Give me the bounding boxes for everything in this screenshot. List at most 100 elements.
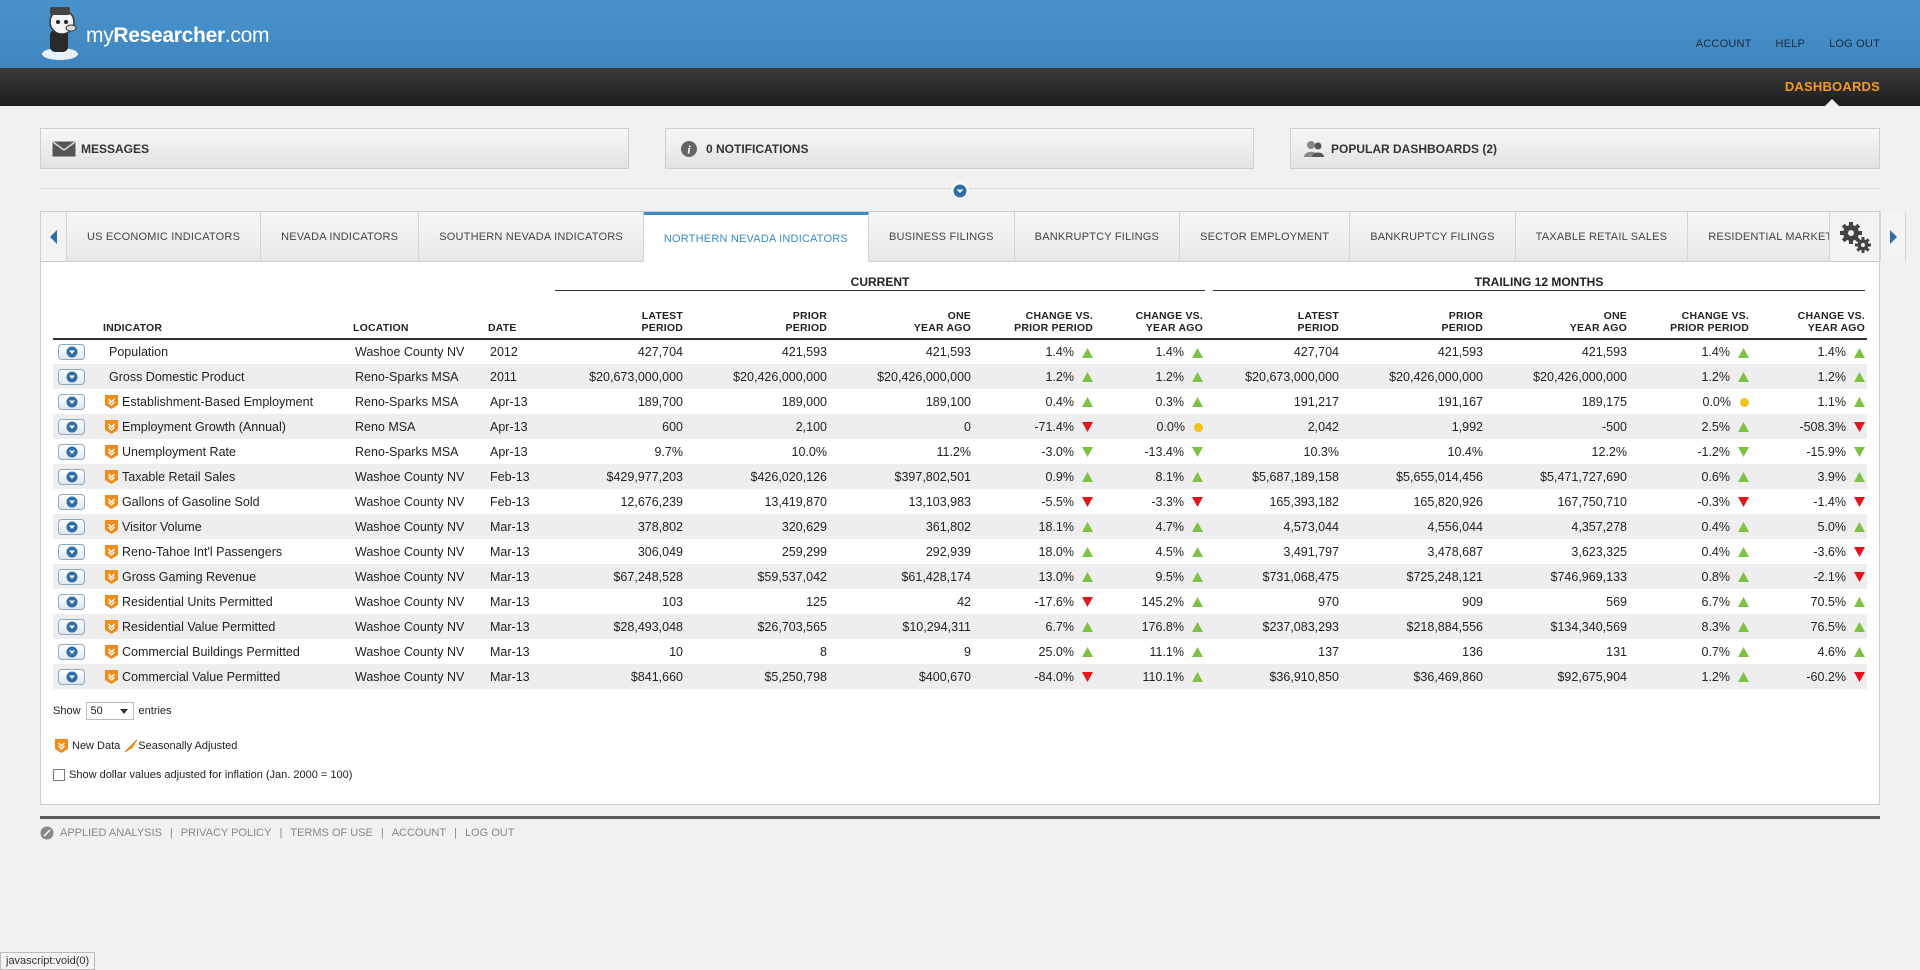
trailing-change-prior-cell: 0.4% [1629,539,1751,564]
current-year-ago-cell: $20,426,000,000 [829,364,973,389]
col-date[interactable]: DATE [488,304,553,340]
indicator-cell[interactable]: Gallons of Gasoline Sold [103,489,353,514]
tabs-scroll-left-button[interactable] [41,212,67,261]
trailing-change-prior-cell: 1.2% [1629,364,1751,389]
indicator-cell[interactable]: Commercial Value Permitted [103,664,353,689]
indicator-cell[interactable]: Establishment-Based Employment [103,389,353,414]
indicator-cell[interactable]: Gross Gaming Revenue [103,564,353,589]
col-trailing-year-ago[interactable]: ONE YEAR AGO [1485,304,1629,340]
trailing-year-ago-cell: $20,426,000,000 [1485,364,1629,389]
footer-link-terms-of-use[interactable]: TERMS OF USE [290,827,373,839]
footer-link-applied-analysis[interactable]: APPLIED ANALYSIS [60,827,162,839]
indicator-cell[interactable]: Taxable Retail Sales [103,464,353,489]
tabs-scroll-right-button[interactable] [1880,212,1907,261]
trailing-prior-cell: 4,556,044 [1341,514,1485,539]
tab-business-filings[interactable]: BUSINESS FILINGS [868,212,1015,261]
current-change-year-cell: -13.4% [1095,439,1205,464]
trend-up-icon [1192,522,1203,533]
indicator-cell[interactable]: Residential Units Permitted [103,589,353,614]
current-change-year-cell: 11.1% [1095,639,1205,664]
row-menu-button[interactable] [58,568,85,585]
current-prior-cell: 2,100 [685,414,829,439]
popular-dashboards-panel[interactable]: POPULAR DASHBOARDS (2) [1290,128,1880,169]
col-trailing-change-prior[interactable]: CHANGE VS. PRIOR PERIOD [1629,304,1751,340]
trailing-prior-cell: 136 [1462,644,1483,659]
row-menu-button[interactable] [58,418,85,435]
row-menu-button[interactable] [58,643,85,660]
indicator-cell[interactable]: Employment Growth (Annual) [103,414,353,439]
current-prior-cell: $26,703,565 [685,614,829,639]
tab-taxable-retail-sales[interactable]: TAXABLE RETAIL SALES [1515,212,1689,261]
entries-select[interactable]: 50 [85,702,134,720]
indicator-cell[interactable]: Gross Domestic Product [103,364,353,389]
entries-label: entries [138,705,172,717]
current-change-prior-cell: -71.4% [973,414,1095,439]
row-menu-button[interactable] [58,518,85,535]
row-menu-button[interactable] [58,443,85,460]
row-menu-button[interactable] [58,493,85,510]
col-location[interactable]: LOCATION [353,304,488,340]
indicator-cell[interactable]: Unemployment Rate [103,439,353,464]
settings-button[interactable] [1829,212,1879,261]
tab-us-economic-indicators[interactable]: US ECONOMIC INDICATORS [67,212,262,261]
trailing-prior-cell: $20,426,000,000 [1341,364,1485,389]
col-trailing-prior[interactable]: PRIOR PERIOD [1341,304,1485,340]
trend-up-icon [1738,647,1749,658]
col-indicator[interactable]: INDICATOR [103,304,353,340]
col-current-change-prior[interactable]: CHANGE VS. PRIOR PERIOD [973,304,1095,340]
row-menu-button[interactable] [58,368,85,385]
show-label: Show [53,705,81,717]
tab-bankruptcy-filings[interactable]: BANKRUPTCY FILINGS [1014,212,1181,261]
row-menu-button[interactable] [58,393,85,410]
account-link[interactable]: ACCOUNT [1696,38,1752,50]
trailing-prior-cell: $218,884,556 [1341,614,1485,639]
col-current-latest[interactable]: LATEST PERIOD [553,304,685,340]
col-current-prior[interactable]: PRIOR PERIOD [685,304,829,340]
col-trailing-change-year[interactable]: CHANGE VS. YEAR AGO [1751,304,1867,340]
dashboards-link[interactable]: DASHBOARDS [1785,79,1880,94]
col-current-year-ago[interactable]: ONE YEAR AGO [829,304,973,340]
notifications-panel[interactable]: i 0 NOTIFICATIONS [665,128,1254,169]
indicator-cell[interactable]: Reno-Tahoe Int'l Passengers [103,539,353,564]
col-current-change-year[interactable]: CHANGE VS. YEAR AGO [1095,304,1205,340]
indicator-cell[interactable]: Population [103,339,353,364]
col-trailing-latest[interactable]: LATEST PERIOD [1205,304,1341,340]
tab-sector-employment[interactable]: SECTOR EMPLOYMENT [1180,212,1351,261]
footer-link-log-out[interactable]: LOG OUT [465,827,515,839]
logout-link[interactable]: LOG OUT [1829,38,1880,50]
help-link[interactable]: HELP [1776,38,1806,50]
indicator-cell[interactable]: Commercial Buildings Permitted [103,639,353,664]
indicator-cell[interactable]: Residential Value Permitted [103,614,353,639]
trend-up-icon [1082,472,1093,483]
collapse-toggle-button[interactable] [951,183,969,198]
trailing-prior-cell: 10.4% [1447,444,1483,459]
tab-bankruptcy-filings-2[interactable]: BANKRUPTCY FILINGS [1350,212,1516,261]
trend-up-icon [1082,647,1093,658]
footer-link-privacy-policy[interactable]: PRIVACY POLICY [181,827,272,839]
tab-southern-nevada-indicators[interactable]: SOUTHERN NEVADA INDICATORS [419,212,644,261]
row-menu-button[interactable] [58,618,85,635]
tab-nevada-indicators[interactable]: NEVADA INDICATORS [261,212,420,261]
site-logo[interactable]: myResearcher.com [38,2,269,64]
tab-northern-nevada-indicators[interactable]: NORTHERN NEVADA INDICATORS [643,212,869,262]
row-menu-button[interactable] [58,593,85,610]
indicator-cell[interactable]: Visitor Volume [103,514,353,539]
chevron-down-icon [66,521,77,532]
indicator-name: Taxable Retail Sales [122,469,236,484]
inflation-checkbox[interactable] [53,769,65,781]
row-menu-button[interactable] [58,668,85,685]
current-prior-cell: $426,020,126 [685,464,829,489]
logo-wordmark: myResearcher.com [86,24,270,47]
messages-panel[interactable]: MESSAGES [40,128,629,169]
current-year-ago-cell: 292,939 [925,544,971,559]
trailing-latest-cell: 970 [1318,594,1339,609]
row-menu-button[interactable] [58,543,85,560]
row-menu-button[interactable] [58,344,85,360]
date-cell: Mar-13 [488,664,553,689]
footer-link-account[interactable]: ACCOUNT [392,827,446,839]
current-year-ago-cell: 9 [964,644,971,659]
indicator-name: Gross Domestic Product [109,369,245,384]
row-menu-button[interactable] [58,468,85,485]
trailing-change-year-cell: 5.0% [1751,514,1867,539]
seasonally-adjusted-icon [124,739,138,753]
